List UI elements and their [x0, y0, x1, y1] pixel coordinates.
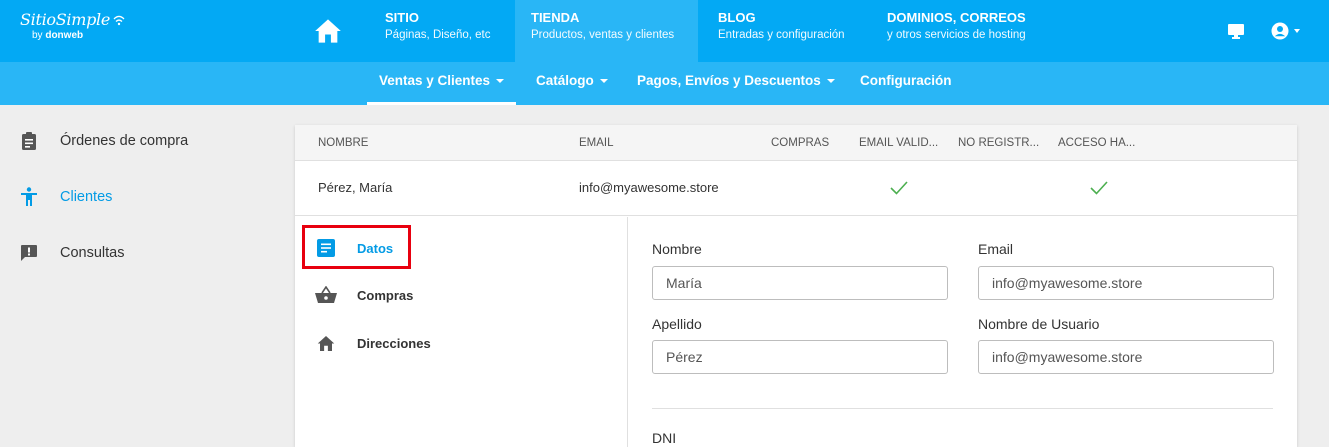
nav-tienda-subtitle: Productos, ventas y clientes	[531, 29, 675, 41]
column-header-acceso[interactable]: ACCESO HA...	[1058, 137, 1135, 149]
apellido-field[interactable]: Pérez	[652, 340, 948, 374]
check-icon	[1089, 179, 1109, 200]
subnav-catalogo[interactable]: Catálogo	[536, 62, 608, 105]
brand-byline: by donweb	[32, 30, 84, 41]
column-header-email-validado[interactable]: EMAIL VALID...	[859, 137, 938, 149]
table-row[interactable]: Pérez, María info@myawesome.store	[295, 161, 1297, 216]
preview-button[interactable]	[1227, 0, 1245, 62]
wifi-logo-icon	[113, 15, 125, 25]
nav-sitio-subtitle: Páginas, Diseño, etc	[385, 29, 491, 41]
apellido-label: Apellido	[652, 316, 702, 332]
tab-compras[interactable]: Compras	[315, 280, 413, 310]
nav-sitio-title: SITIO	[385, 10, 419, 25]
caret-down-icon	[496, 79, 505, 84]
column-header-compras[interactable]: COMPRAS	[771, 137, 829, 149]
subnav-ventas-clientes[interactable]: Ventas y Clientes	[366, 62, 517, 105]
sidebar-item-ordenes[interactable]: Órdenes de compra	[18, 126, 188, 156]
form-divider	[652, 408, 1273, 409]
nav-tienda[interactable]: TIENDA Productos, ventas y clientes	[515, 0, 698, 62]
sidebar-item-label: Consultas	[60, 245, 125, 261]
sidebar-item-label: Clientes	[60, 189, 113, 205]
clients-panel: NOMBRE EMAIL COMPRAS EMAIL VALID... NO R…	[295, 125, 1297, 447]
tab-direcciones[interactable]: Direcciones	[315, 328, 431, 358]
caret-down-icon	[599, 79, 608, 84]
subnav-pagos[interactable]: Pagos, Envíos y Descuentos	[637, 62, 835, 105]
column-header-email[interactable]: EMAIL	[579, 137, 614, 149]
sidebar-item-consultas[interactable]: Consultas	[18, 238, 124, 268]
dni-label: DNI	[652, 430, 677, 446]
subnav-catalogo-label: Catálogo	[536, 73, 594, 88]
top-navbar: SitioSimple by donweb SITIO Páginas, Dis…	[0, 0, 1329, 62]
usuario-field[interactable]: info@myawesome.store	[978, 340, 1274, 374]
nav-blog-subtitle: Entradas y configuración	[718, 29, 845, 41]
nav-dominios-title: DOMINIOS, CORREOS	[887, 10, 1026, 25]
tab-compras-label: Compras	[357, 287, 414, 303]
email-label: Email	[978, 241, 1014, 257]
sub-navbar: Ventas y Clientes Catálogo Pagos, Envíos…	[0, 62, 1329, 105]
subnav-configuracion[interactable]: Configuración	[860, 62, 952, 105]
table-header: NOMBRE EMAIL COMPRAS EMAIL VALID... NO R…	[295, 125, 1297, 161]
user-circle-icon	[1271, 22, 1289, 40]
nav-tienda-title: TIENDA	[531, 10, 580, 25]
nav-blog[interactable]: BLOG Entradas y configuración	[702, 0, 861, 62]
brand-logo[interactable]: SitioSimple by donweb	[20, 10, 126, 41]
home-button[interactable]	[300, 0, 356, 62]
subnav-configuracion-label: Configuración	[860, 73, 952, 88]
nombre-label: Nombre	[652, 241, 702, 257]
nombre-field[interactable]: María	[652, 266, 948, 300]
subnav-ventas-label: Ventas y Clientes	[379, 73, 491, 88]
nav-dominios-subtitle: y otros servicios de hosting	[887, 29, 1026, 41]
cell-email: info@myawesome.store	[579, 180, 719, 195]
basket-icon	[315, 286, 337, 304]
home-icon	[315, 19, 341, 43]
feedback-icon	[18, 244, 40, 262]
nav-blog-title: BLOG	[718, 10, 756, 25]
tab-direcciones-label: Direcciones	[357, 335, 431, 351]
usuario-label: Nombre de Usuario	[978, 316, 1100, 332]
person-icon	[18, 187, 40, 207]
caret-down-icon	[826, 79, 835, 84]
highlight-box	[302, 225, 411, 269]
monitor-icon	[1228, 23, 1244, 39]
nav-dominios[interactable]: DOMINIOS, CORREOS y otros servicios de h…	[871, 0, 1042, 62]
column-header-nombre[interactable]: NOMBRE	[318, 137, 368, 149]
check-icon	[889, 179, 909, 200]
subnav-pagos-label: Pagos, Envíos y Descuentos	[637, 73, 821, 88]
brand-name: SitioSimple	[20, 10, 126, 29]
email-field[interactable]: info@myawesome.store	[978, 266, 1274, 300]
sidebar-item-label: Órdenes de compra	[60, 133, 189, 149]
chevron-down-icon	[1294, 29, 1300, 33]
home-icon	[315, 335, 337, 352]
sidebar-item-clientes[interactable]: Clientes	[18, 182, 112, 212]
clipboard-icon	[18, 131, 40, 151]
nav-sitio[interactable]: SITIO Páginas, Diseño, etc	[369, 0, 506, 62]
account-menu-button[interactable]	[1271, 0, 1300, 62]
detail-tabs: Datos Compras Direcciones	[295, 217, 628, 447]
cell-nombre: Pérez, María	[318, 180, 393, 195]
column-header-no-registrado[interactable]: NO REGISTR...	[958, 137, 1039, 149]
